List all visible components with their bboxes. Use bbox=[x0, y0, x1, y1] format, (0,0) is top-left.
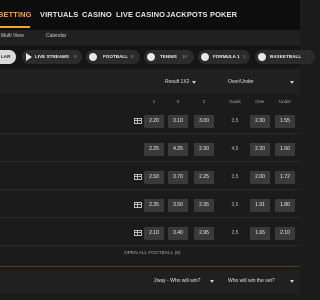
stats-icon[interactable] bbox=[134, 230, 142, 236]
football-icon bbox=[89, 53, 97, 61]
market-over-under[interactable]: Over/Under bbox=[228, 79, 254, 85]
odd-draw[interactable]: 3.40 bbox=[168, 227, 188, 240]
chip-count: 8 bbox=[131, 54, 134, 59]
chip-count: 1 bbox=[243, 54, 246, 59]
nav-betting[interactable]: BETTING bbox=[0, 10, 32, 19]
active-tab-indicator bbox=[0, 26, 30, 28]
market-header-tennis: 2way - Who will win? Who will win the se… bbox=[0, 270, 300, 294]
chip-popular[interactable]: LAR bbox=[0, 50, 16, 64]
odd-away[interactable]: 2.95 bbox=[194, 227, 214, 240]
column-headers: 1 X 2 Goals Over Under bbox=[0, 96, 300, 108]
chevron-down-icon[interactable] bbox=[290, 81, 294, 84]
stats-icon[interactable] bbox=[134, 202, 142, 208]
odd-over[interactable]: 1.65 bbox=[250, 227, 270, 240]
chip-basketball[interactable]: BASKETBALL bbox=[255, 50, 315, 64]
chip-label: TENNIS bbox=[160, 54, 177, 59]
odd-over[interactable]: 1.91 bbox=[250, 199, 270, 212]
odd-home[interactable]: 2.50 bbox=[144, 171, 164, 184]
chevron-down-icon[interactable] bbox=[290, 280, 294, 283]
market-2way[interactable]: 2way - Who will win? bbox=[154, 278, 200, 284]
goals-line: 3,5 bbox=[231, 174, 239, 180]
chip-football[interactable]: FOOTBALL 8 bbox=[86, 50, 140, 64]
odd-over[interactable]: 2.00 bbox=[250, 171, 270, 184]
odd-home[interactable]: 2.25 bbox=[144, 143, 164, 156]
market-set-winner[interactable]: Who will win the set? bbox=[228, 278, 275, 284]
chip-count: 10 bbox=[182, 54, 188, 59]
market-result-1x2[interactable]: Result 1X2 bbox=[165, 79, 189, 85]
match-row: 2.35 3.50 2.35 3,5 1.91 1.80 bbox=[0, 194, 300, 218]
stats-icon[interactable] bbox=[134, 174, 142, 180]
col-under: Under bbox=[279, 99, 291, 104]
basketball-icon bbox=[258, 53, 266, 61]
nav-live-casino[interactable]: LIVE CASINO bbox=[116, 10, 165, 19]
chip-live-streams[interactable]: LIVE STREAMS 8 bbox=[22, 50, 82, 64]
formula1-icon bbox=[201, 53, 209, 61]
calendar-link[interactable]: Calendar bbox=[46, 33, 66, 39]
nav-poker[interactable]: POKER bbox=[210, 10, 237, 19]
chip-label: FOOTBALL bbox=[103, 54, 129, 59]
col-home: 1 bbox=[152, 99, 156, 104]
odd-draw[interactable]: 3.10 bbox=[168, 115, 188, 128]
odd-draw[interactable]: 3.50 bbox=[168, 199, 188, 212]
top-nav: BETTING VIRTUALS CASINO LIVE CASINO JACK… bbox=[0, 0, 300, 30]
section-divider bbox=[0, 266, 300, 267]
odd-over[interactable]: 2.30 bbox=[250, 115, 270, 128]
odd-over[interactable]: 2.20 bbox=[250, 143, 270, 156]
goals-line: 2,5 bbox=[231, 230, 239, 236]
odd-under[interactable]: 1.60 bbox=[275, 143, 295, 156]
chip-label: FORMULA 1 bbox=[213, 54, 240, 59]
goals-line: 3,5 bbox=[231, 118, 239, 124]
nav-casino[interactable]: CASINO bbox=[82, 10, 112, 19]
goals-line: 3,5 bbox=[231, 202, 239, 208]
col-goals: Goals bbox=[229, 99, 241, 104]
play-icon bbox=[26, 53, 32, 61]
col-over: Over bbox=[255, 99, 265, 104]
odd-under[interactable]: 1.55 bbox=[275, 115, 295, 128]
odd-under[interactable]: 2.10 bbox=[275, 227, 295, 240]
open-all-label: OPEN ALL FOOTBALL (8) bbox=[124, 251, 181, 256]
col-away: 2 bbox=[202, 99, 206, 104]
odd-home[interactable]: 2.20 bbox=[144, 115, 164, 128]
match-row: 2.25 4.25 2.30 4,5 2.20 1.60 bbox=[0, 138, 300, 162]
odd-home[interactable]: 2.10 bbox=[144, 227, 164, 240]
match-row: 2.50 3.70 2.25 3,5 2.00 1.72 bbox=[0, 166, 300, 190]
odd-away[interactable]: 2.35 bbox=[194, 199, 214, 212]
odd-under[interactable]: 1.72 bbox=[275, 171, 295, 184]
goals-line: 4,5 bbox=[231, 146, 239, 152]
open-all-football[interactable]: OPEN ALL FOOTBALL (8) bbox=[0, 246, 300, 262]
match-row: 2.20 3.10 3.00 3,5 2.30 1.55 bbox=[0, 110, 300, 134]
multi-view-link[interactable]: Multi View bbox=[1, 33, 24, 39]
market-header: Result 1X2 Over/Under bbox=[0, 70, 300, 94]
chevron-down-icon[interactable] bbox=[192, 81, 196, 84]
stats-icon[interactable] bbox=[134, 118, 142, 124]
match-row: 2.10 3.40 2.95 2,5 1.65 2.10 bbox=[0, 222, 300, 246]
col-draw: X bbox=[176, 99, 180, 104]
tennis-icon bbox=[147, 53, 155, 61]
odd-away[interactable]: 2.30 bbox=[194, 143, 214, 156]
chip-label: LIVE STREAMS bbox=[35, 54, 69, 59]
nav-jackpots[interactable]: JACKPOTS bbox=[166, 10, 208, 19]
odd-under[interactable]: 1.80 bbox=[275, 199, 295, 212]
odd-away[interactable]: 2.25 bbox=[194, 171, 214, 184]
odd-draw[interactable]: 4.25 bbox=[168, 143, 188, 156]
odd-draw[interactable]: 3.70 bbox=[168, 171, 188, 184]
chip-count: 8 bbox=[74, 54, 77, 59]
chip-label: LAR bbox=[1, 54, 11, 59]
chip-formula-1[interactable]: FORMULA 1 1 bbox=[198, 50, 250, 64]
sub-nav: Multi View Calendar bbox=[0, 30, 300, 44]
chip-label: BASKETBALL bbox=[270, 54, 302, 59]
odd-home[interactable]: 2.35 bbox=[144, 199, 164, 212]
sport-filter-bar: LAR LIVE STREAMS 8 FOOTBALL 8 TENNIS 10 … bbox=[0, 46, 315, 68]
odd-away[interactable]: 3.00 bbox=[194, 115, 214, 128]
chevron-down-icon[interactable] bbox=[210, 280, 214, 283]
nav-virtuals[interactable]: VIRTUALS bbox=[40, 10, 78, 19]
chip-tennis[interactable]: TENNIS 10 bbox=[144, 50, 194, 64]
